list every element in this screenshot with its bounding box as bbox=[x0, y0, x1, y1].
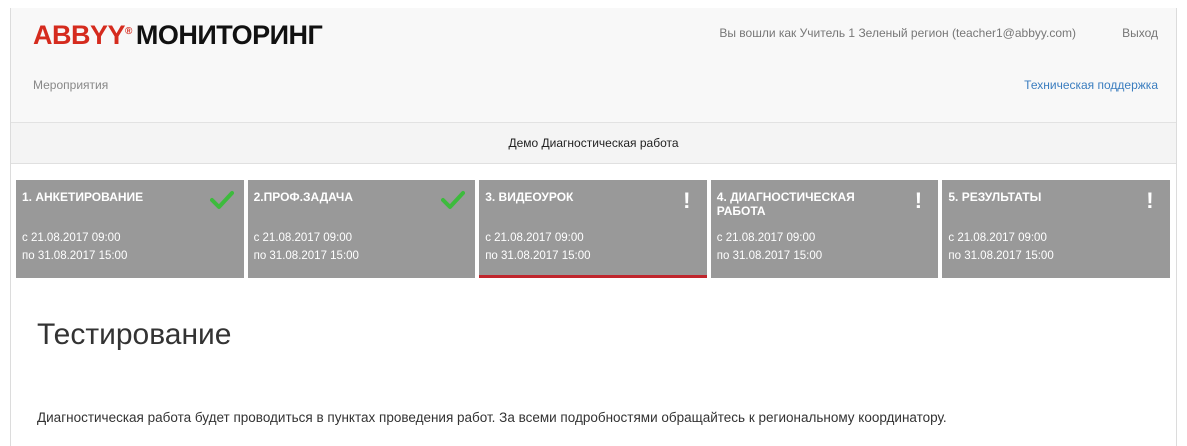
step-title: 3. ВИДЕОУРОК bbox=[485, 190, 574, 204]
step-end-date: по 31.08.2017 15:00 bbox=[716, 250, 823, 262]
step-title: 5. РЕЗУЛЬТАТЫ bbox=[948, 190, 1042, 204]
page-heading: Тестирование bbox=[37, 318, 232, 351]
step-end-date: по 31.08.2017 15:00 bbox=[22, 250, 128, 262]
step-start-date: с 21.08.2017 09:00 bbox=[948, 232, 1047, 244]
logged-in-user-info: Вы вошли как Учитель 1 Зеленый регион (t… bbox=[719, 26, 1076, 40]
step-diagnostic-work[interactable]: 4. ДИАГНОСТИЧЕСКАЯ РАБОТА ! с 21.08.2017… bbox=[710, 180, 939, 278]
step-title: 4. ДИАГНОСТИЧЕСКАЯ РАБОТА bbox=[716, 190, 855, 218]
step-start-date: с 21.08.2017 09:00 bbox=[253, 232, 353, 244]
step-start-date: с 21.08.2017 09:00 bbox=[716, 232, 816, 244]
nav-events-link[interactable]: Мероприятия bbox=[33, 78, 108, 92]
step-prof-task[interactable]: 2.ПРОФ.ЗАДАЧА с 21.08.2017 09:00 по 31.0… bbox=[247, 180, 476, 278]
step-end-date: по 31.08.2017 15:00 bbox=[485, 250, 591, 262]
step-survey[interactable]: 1. АНКЕТИРОВАНИЕ с 21.08.2017 09:00 по 3… bbox=[16, 180, 244, 278]
step-title: 2.ПРОФ.ЗАДАЧА bbox=[253, 190, 354, 204]
step-title: 1. АНКЕТИРОВАНИЕ bbox=[22, 190, 144, 204]
exclamation-icon: ! bbox=[914, 188, 923, 213]
step-end-date: по 31.08.2017 15:00 bbox=[253, 250, 359, 262]
logo-product: МОНИТОРИНГ bbox=[135, 20, 323, 50]
step-video-lesson[interactable]: 3. ВИДЕОУРОК ! с 21.08.2017 09:00 по 31.… bbox=[479, 180, 707, 278]
step-start-date: с 21.08.2017 09:00 bbox=[485, 232, 584, 244]
step-results[interactable]: 5. РЕЗУЛЬТАТЫ ! с 21.08.2017 09:00 по 31… bbox=[942, 180, 1170, 278]
logo-brand: ABBYY bbox=[33, 20, 126, 50]
app-frame: ABBYY® МОНИТОРИНГ Вы вошли как Учитель 1 … bbox=[10, 8, 1177, 446]
logout-link[interactable]: Выход bbox=[1122, 26, 1158, 40]
steps-bar: 1. АНКЕТИРОВАНИЕ с 21.08.2017 09:00 по 3… bbox=[16, 180, 1170, 278]
page-description: Диагностическая работа будет проводиться… bbox=[37, 410, 947, 425]
exclamation-icon: ! bbox=[1146, 188, 1154, 213]
event-title: Демо Диагностическая работа bbox=[11, 123, 1176, 164]
header: ABBYY® МОНИТОРИНГ Вы вошли как Учитель 1 … bbox=[11, 8, 1176, 123]
check-icon bbox=[441, 190, 466, 215]
exclamation-icon: ! bbox=[683, 188, 691, 213]
step-start-date: с 21.08.2017 09:00 bbox=[22, 232, 121, 244]
check-icon bbox=[209, 190, 234, 215]
logo-registered-mark: ® bbox=[125, 26, 132, 37]
abbyy-monitoring-logo[interactable]: ABBYY® МОНИТОРИНГ bbox=[33, 20, 323, 51]
step-end-date: по 31.08.2017 15:00 bbox=[948, 250, 1054, 262]
tech-support-link[interactable]: Техническая поддержка bbox=[1024, 78, 1158, 92]
